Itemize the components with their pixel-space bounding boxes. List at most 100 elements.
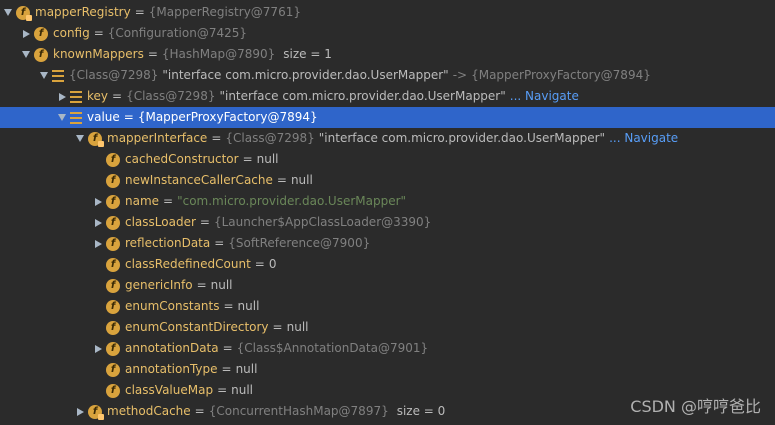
field-icon: f (106, 257, 120, 272)
watermark: CSDN @哼哼爸比 (630, 397, 761, 416)
tree-row[interactable]: f enumConstants = null (0, 296, 775, 317)
equals-sign: = (112, 89, 123, 103)
class-string: "interface com.micro.provider.dao.UserMa… (318, 131, 606, 145)
equals-sign: = (217, 383, 228, 397)
field-icon: f (106, 320, 120, 335)
expand-arrow-down-icon[interactable] (38, 65, 50, 86)
tree-row[interactable]: f mapperRegistry = {MapperRegistry@7761} (0, 2, 775, 23)
equals-sign: = (134, 5, 145, 19)
tree-row[interactable]: f annotationData = {Class$AnnotationData@79… (0, 338, 775, 359)
tree-row[interactable]: key = {Class@7298} "interface com.micro.pro… (0, 86, 775, 107)
variable-name: newInstanceCallerCache (125, 173, 273, 187)
equals-sign: = (242, 152, 253, 166)
variable-name: classRedefinedCount (125, 257, 251, 271)
expand-arrow-right-icon[interactable] (92, 338, 104, 359)
field-icon: f (106, 299, 120, 314)
equals-sign: = (147, 47, 158, 61)
field-icon: f (106, 215, 120, 230)
field-icon: f (34, 26, 48, 41)
variable-name: enumConstantDirectory (125, 320, 269, 334)
equals-sign: = (163, 194, 174, 208)
equals-sign: = (272, 320, 283, 334)
expand-arrow-down-icon[interactable] (74, 128, 86, 149)
field-icon: f (106, 383, 120, 398)
expand-arrow-down-icon[interactable] (56, 107, 68, 128)
static-field-icon: f (16, 5, 32, 21)
object-reference: {Class$AnnotationData@7901} (236, 341, 429, 355)
tree-row[interactable]: value = {MapperProxyFactory@7894} (0, 107, 775, 128)
tree-row[interactable]: f enumConstantDirectory = null (0, 317, 775, 338)
primitive-value: null (290, 173, 313, 187)
expand-arrow-down-icon[interactable] (20, 44, 32, 65)
class-string: "interface com.micro.provider.dao.UserMa… (219, 89, 506, 103)
expand-arrow-right-icon[interactable] (92, 233, 104, 254)
object-reference: {MapperRegistry@7761} (148, 5, 301, 19)
variable-name: value (87, 110, 120, 124)
tree-row[interactable]: f cachedConstructor = null (0, 149, 775, 170)
equals-sign: = (223, 299, 234, 313)
primitive-value: null (256, 152, 279, 166)
tree-row[interactable]: f name = "com.micro.provider.dao.UserMapper… (0, 191, 775, 212)
equals-sign: = (221, 362, 232, 376)
entry-arrow: -> (452, 68, 468, 82)
size-label: size = 1 (283, 47, 332, 61)
navigate-link[interactable]: ... Navigate (609, 128, 678, 149)
tree-row[interactable]: f mapperInterface = {Class@7298} "interface … (0, 128, 775, 149)
equals-sign: = (196, 278, 207, 292)
tree-row[interactable]: f genericInfo = null (0, 275, 775, 296)
class-string: "interface com.micro.provider.dao.UserMa… (162, 68, 449, 82)
variable-name: key (87, 89, 109, 103)
expand-arrow-right-icon[interactable] (74, 401, 86, 422)
variable-name: annotationData (125, 341, 219, 355)
equals-sign: = (254, 257, 265, 271)
tree-row[interactable]: f config = {Configuration@7425} (0, 23, 775, 44)
debugger-variables-tree: f mapperRegistry = {MapperRegistry@7761} f co… (0, 2, 775, 422)
variable-name: config (53, 26, 90, 40)
expand-arrow-right-icon[interactable] (92, 212, 104, 233)
variable-name: genericInfo (125, 278, 193, 292)
tree-row[interactable]: f annotationType = null (0, 359, 775, 380)
object-reference: {SoftReference@7900} (228, 236, 371, 250)
expand-arrow-right-icon[interactable] (20, 23, 32, 44)
equals-sign: = (211, 131, 222, 145)
field-icon: f (34, 47, 48, 62)
variable-name: methodCache (107, 404, 191, 418)
expand-arrow-down-icon[interactable] (2, 2, 14, 23)
variable-name: mapperRegistry (35, 5, 131, 19)
primitive-value: null (235, 362, 258, 376)
object-reference: {Class@7298} (225, 131, 315, 145)
tree-row[interactable]: f reflectionData = {SoftReference@7900} (0, 233, 775, 254)
tree-row[interactable]: f classRedefinedCount = 0 (0, 254, 775, 275)
variable-name: knownMappers (53, 47, 144, 61)
field-icon: f (106, 152, 120, 167)
static-field-icon: f (88, 404, 104, 420)
object-reference: {MapperProxyFactory@7894} (137, 110, 318, 124)
variable-name: annotationType (125, 362, 218, 376)
variable-name: cachedConstructor (125, 152, 239, 166)
expand-arrow-right-icon[interactable] (56, 86, 68, 107)
equals-sign: = (93, 26, 104, 40)
equals-sign: = (276, 173, 287, 187)
map-entry-icon (70, 111, 82, 124)
map-entry-icon (70, 90, 82, 103)
static-field-icon: f (88, 131, 104, 147)
field-icon: f (106, 362, 120, 377)
equals-sign: = (194, 404, 205, 418)
navigate-link[interactable]: ... Navigate (510, 86, 579, 107)
variable-name: enumConstants (125, 299, 220, 313)
tree-row[interactable]: f classLoader = {Launcher$AppClassLoader@33… (0, 212, 775, 233)
variable-name: name (125, 194, 160, 208)
expand-arrow-right-icon[interactable] (92, 191, 104, 212)
primitive-value: null (286, 320, 309, 334)
tree-row[interactable]: f knownMappers = {HashMap@7890} size = 1 (0, 44, 775, 65)
primitive-value: null (231, 383, 254, 397)
field-icon: f (106, 278, 120, 293)
equals-sign: = (123, 110, 134, 124)
map-entry-icon (52, 69, 64, 82)
equals-sign: = (199, 215, 210, 229)
object-reference: {Configuration@7425} (107, 26, 247, 40)
primitive-value: null (210, 278, 233, 292)
tree-row[interactable]: {Class@7298} "interface com.micro.provide… (0, 65, 775, 86)
tree-row[interactable]: f newInstanceCallerCache = null (0, 170, 775, 191)
field-icon: f (106, 341, 120, 356)
